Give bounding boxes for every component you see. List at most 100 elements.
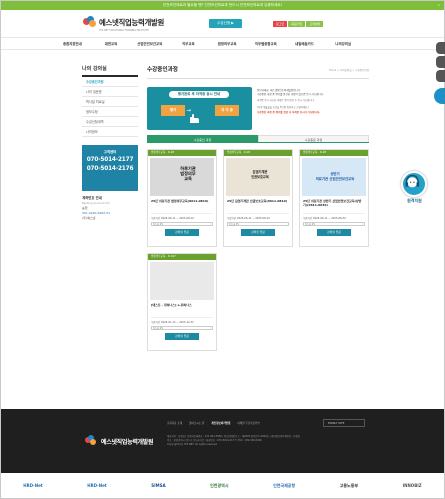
- progress-bar: 진도율 0%: [151, 325, 213, 330]
- enter-classroom-button[interactable]: 강의실 입장: [165, 228, 199, 236]
- logo-text: 예스넷직업능력개발원: [99, 17, 164, 27]
- call-number: 070-5014-2177: [86, 157, 134, 163]
- footer-logo-text: 예스넷직업능력개발원: [101, 438, 154, 446]
- partner-logo[interactable]: 인천국제공항: [273, 483, 295, 489]
- partner-logo[interactable]: 인천광역시: [210, 483, 228, 489]
- partner-logos: HRD-Net HRD-Net SIMSA 인천광역시 인천국제공항 고용노동부 INNOB…: [1, 473, 444, 498]
- partner-logo[interactable]: HRD-Net: [87, 483, 106, 488]
- side-chat-icon[interactable]: [434, 88, 445, 104]
- course-thumbnail[interactable]: 상반기 의료기관 산업안전보건교육: [302, 158, 366, 196]
- thumbnail-text: 상반기 의료기관 산업안전보건교육: [315, 172, 355, 181]
- sidebar-item[interactable]: 정보수정: [82, 107, 138, 117]
- main-content: 수강중인과정 Home > 나의강의실 > 수강중인과정 평가완료 후 자격증 …: [147, 65, 369, 389]
- enter-classroom-button[interactable]: 강의실 입장: [165, 332, 199, 340]
- util-link[interactable]: 회원가입: [288, 21, 306, 27]
- partner-logo[interactable]: SIMSA: [151, 483, 165, 488]
- call-number: 070-5014-2176: [86, 166, 134, 172]
- intro-description: 안녕하세요, 예스넷직업능력개발원입니다. 수강중인 과정 중 평가를 완료한 …: [257, 89, 369, 115]
- site-logo[interactable]: 예스넷직업능력개발원: [83, 16, 164, 28]
- nav-item[interactable]: 나의강의실: [324, 38, 363, 50]
- account-holder: (주)예스넷: [82, 216, 96, 220]
- nav-item[interactable]: 직무교육: [169, 38, 208, 50]
- main-navigation: 종합지원안내 대면교육 산업안전보건교육 직무교육 법정의무교육 직무별종합교육 내일배움카…: [1, 37, 444, 50]
- partner-logo[interactable]: HRD-Net: [23, 483, 42, 488]
- sidebar-title: 나의 강의실: [82, 65, 138, 77]
- remote-support-label[interactable]: 원격지원: [398, 198, 431, 204]
- logo-subtitle: YES NET VOCATIONAL TRAINING INSTITUTE: [99, 29, 149, 32]
- call-center-title: 고객센터: [103, 150, 117, 154]
- course-apply-button[interactable]: 수강신청 ▶: [209, 19, 242, 28]
- partner-logo[interactable]: INNOBIZ: [403, 483, 422, 488]
- course-card: 법정의무교육 · D-197 [테스트 - 위하나스] e-위하나스 수강기간 20…: [147, 253, 217, 351]
- sidebar-item[interactable]: 학사일 처료실: [82, 97, 138, 107]
- course-thumbnail[interactable]: 감염기계관 인권보호교육: [226, 158, 290, 196]
- footer: 교육목표 소개 찾아오시는 길 개인정보처리방침 이메일 무단수집거부 FAMILY …: [1, 409, 444, 473]
- course-category: 법정의무교육 · D-28: [224, 150, 292, 156]
- course-title[interactable]: 25년 의료기관 상반기 산업안전보건교육(상반기)(0611-0630): [300, 196, 368, 210]
- course-thumbnail[interactable]: [150, 262, 214, 300]
- course-period: 수강기간 2025-06-11 ~ 2025-08-10: [227, 213, 289, 221]
- intro-notice: 수강중인 과정 중 평가를 완료 후 자격증 응시가 가능합니다.: [257, 111, 321, 115]
- util-link[interactable]: 로그인: [273, 21, 288, 27]
- side-quick-icon[interactable]: [436, 56, 445, 68]
- logo-mark-icon: [83, 16, 97, 28]
- utility-menu: 로그인 회원가입 고객센터: [273, 21, 324, 27]
- nav-item[interactable]: 내일배움카드: [285, 38, 324, 50]
- progress-label: 진도율 0%: [229, 222, 240, 226]
- footer-link[interactable]: 교육목표 소개: [167, 421, 182, 425]
- nav-item[interactable]: 종합지원안내: [53, 38, 92, 50]
- course-card: 법정의무교육 · D-28 감염기계관 인권보호교육 25년 감염기계관 인권보호교…: [223, 149, 293, 247]
- course-card: 법정의무교육 · D-28 상반기 의료기관 산업안전보건교육 25년 의료기관 상…: [299, 149, 369, 247]
- intro-pill: 평가완료 후 자격증 응시 안내: [169, 91, 229, 98]
- course-title[interactable]: 25년 의료기관 법정의무교육(0611-0810): [148, 196, 216, 210]
- course-grid: 법정의무교육 · D-28 하루기관 법정의무 교육 25년 의료기관 법정의무교육…: [147, 149, 369, 389]
- footer-link[interactable]: 찾아오시는 길: [189, 421, 204, 425]
- title-divider: [147, 78, 369, 79]
- intro-text: 자격증 응시 가능한 과정은 평가 완료 후 응시 가능합니다.: [257, 99, 315, 103]
- intro-banner: 평가완료 후 자격증 응시 안내 평가 → 자 격 증: [147, 87, 252, 130]
- footer-link[interactable]: 개인정보처리방침: [211, 421, 230, 425]
- course-category: 법정의무교육 · D-28: [148, 150, 216, 156]
- progress-bar: 진도율 0%: [151, 221, 213, 226]
- header: 예스넷직업능력개발원 YES NET VOCATIONAL TRAINING I…: [1, 10, 444, 37]
- nav-item[interactable]: 대면교육: [92, 38, 131, 50]
- side-quick-icon[interactable]: [436, 70, 445, 82]
- top-banner-text: 인천보건의료과 필요할 땐? 인천보건의료과 반드시 인천보건의료과 유용하세요…: [162, 3, 283, 7]
- course-tab[interactable]: 수강중인 과정: [147, 135, 258, 142]
- sidebar-item[interactable]: 나의 질문방: [82, 87, 138, 97]
- progress-bar: 진도율 0%: [303, 221, 365, 226]
- sidebar-item[interactable]: 수강중인과정: [82, 77, 138, 87]
- course-card: 법정의무교육 · D-28 하루기관 법정의무 교육 25년 의료기관 법정의무교육…: [147, 149, 217, 247]
- course-tab[interactable]: 수강종료 과정: [258, 135, 369, 142]
- course-title[interactable]: [테스트 - 위하나스] e-위하나스: [148, 300, 216, 314]
- progress-label: 진도율 0%: [153, 326, 164, 330]
- family-site-select[interactable]: FAMILY SITE: [323, 419, 365, 427]
- remote-support-widget[interactable]: 원격지원: [398, 171, 431, 211]
- sidebar-item[interactable]: 수강신청내역: [82, 117, 138, 127]
- top-banner[interactable]: 인천보건의료과 필요할 땐? 인천보건의료과 반드시 인천보건의료과 유용하세요…: [1, 1, 444, 10]
- course-tabs: 수강중인 과정 수강종료 과정: [147, 135, 369, 143]
- logo-mark-icon: [85, 435, 99, 447]
- close-icon[interactable]: ×: [437, 1, 440, 10]
- breadcrumb: Home > 나의강의실 > 수강중인과정: [328, 69, 369, 72]
- partner-logo[interactable]: 고용노동부: [340, 483, 358, 489]
- progress-label: 진도율 0%: [305, 222, 316, 226]
- call-center-box: 고객센터 070-5014-2177 070-5014-2176: [82, 145, 138, 191]
- thumbnail-text: 하루기관 법정의무 교육: [180, 166, 196, 181]
- course-thumbnail[interactable]: 하루기관 법정의무 교육: [150, 158, 214, 196]
- enter-classroom-button[interactable]: 강의실 입장: [317, 228, 351, 236]
- util-link[interactable]: 고객센터: [306, 21, 324, 27]
- enter-classroom-button[interactable]: 강의실 입장: [241, 228, 275, 236]
- account-info: 계좌번호 안내 Banking Account Info. 농협 301-022…: [82, 196, 138, 221]
- footer-link[interactable]: 이메일 무단수집거부: [237, 421, 259, 425]
- course-title[interactable]: 25년 감염기계관 인권보호교육(0611-0810): [224, 196, 292, 210]
- side-quick-icon[interactable]: [436, 42, 445, 54]
- nav-item[interactable]: 산업안전보건교육: [130, 38, 169, 50]
- headset-icon[interactable]: [401, 171, 427, 197]
- intro-caption: (자격 제출물을 조건을 5단원 확인하고 신청하세요.): [257, 105, 309, 109]
- footer-info: 대표이사 : 한정희 | 사업자등록번호 : 121-86-13568 | 통신…: [167, 435, 367, 448]
- left-sidebar: 나의 강의실 수강중인과정 나의 질문방 학사일 처료실 정보수정 수강신청내역 나의정보…: [82, 65, 138, 221]
- sidebar-item[interactable]: 나의정보: [82, 127, 138, 137]
- nav-item[interactable]: 법정의무교육: [208, 38, 247, 50]
- nav-item[interactable]: 직무별종합교육: [246, 38, 285, 50]
